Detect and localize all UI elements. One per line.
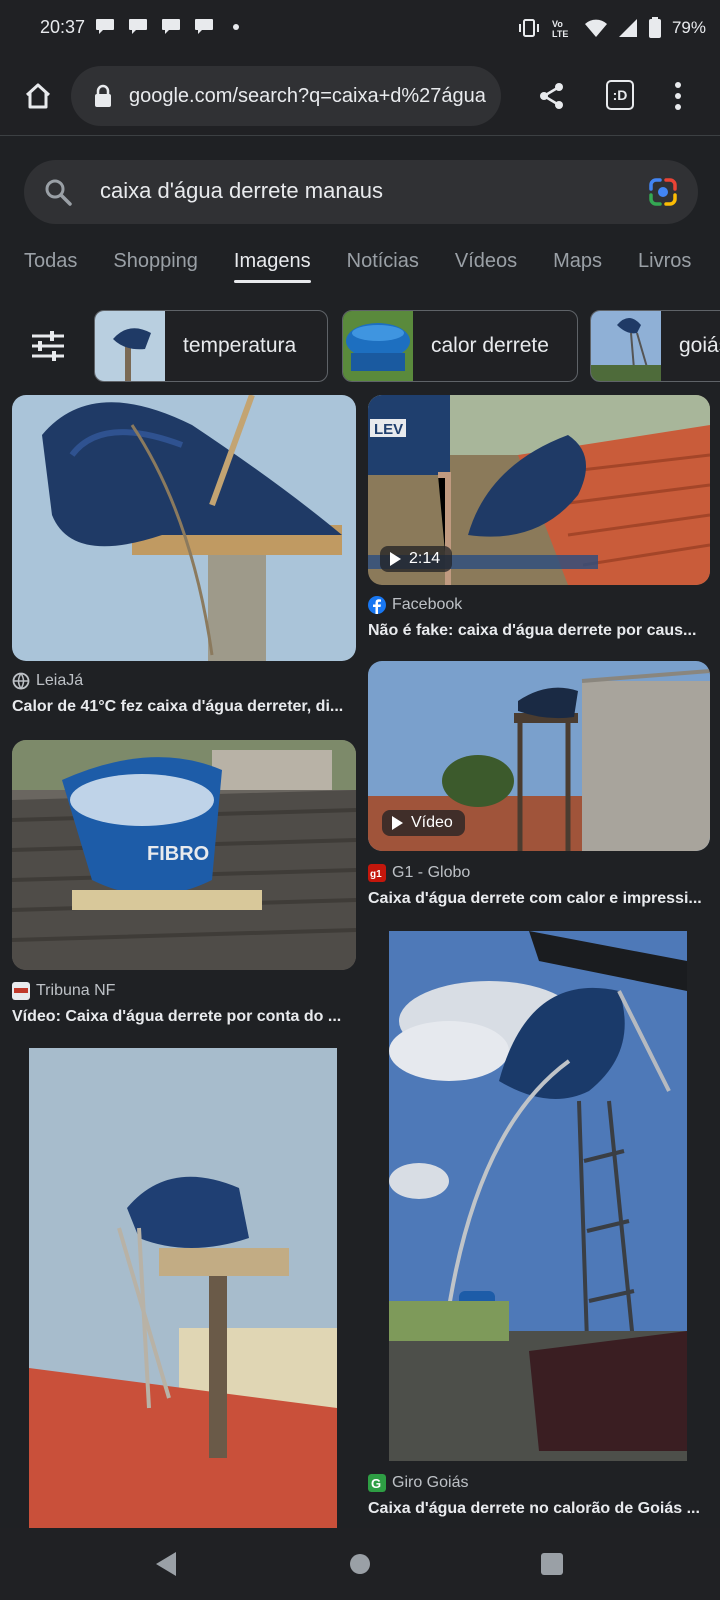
tab-videos[interactable]: Vídeos: [455, 236, 517, 292]
search-box[interactable]: caixa d'água derrete manaus: [24, 160, 698, 224]
result-title[interactable]: Não é fake: caixa d'água derrete por cau…: [368, 622, 704, 640]
svg-text:LTE: LTE: [552, 29, 568, 39]
result-source: Tribuna NF: [12, 982, 115, 1000]
vibrate-icon: [518, 19, 539, 37]
giro-goias-icon: G: [368, 1474, 386, 1492]
volte-icon: VoLTE: [552, 19, 568, 39]
svg-text:G: G: [371, 1476, 381, 1491]
svg-text:LEV: LEV: [374, 421, 403, 438]
tab-all[interactable]: Todas: [24, 236, 77, 292]
chip-thumbnail: [343, 311, 413, 381]
home-nav-icon[interactable]: [350, 1554, 370, 1574]
tab-switcher-button[interactable]: :D: [606, 80, 634, 110]
globe-icon: [12, 672, 30, 690]
more-notifications-dot: [233, 24, 239, 30]
home-button[interactable]: [18, 76, 58, 116]
result-source: Facebook: [368, 596, 462, 614]
result-image: [389, 931, 687, 1461]
video-badge: Vídeo: [382, 810, 465, 836]
result-image: [12, 395, 356, 661]
chip-thumbnail: [95, 311, 165, 381]
battery-icon: [648, 17, 661, 38]
menu-dot: [675, 104, 681, 110]
back-icon[interactable]: [156, 1552, 176, 1576]
address-bar[interactable]: google.com/search?q=caixa+d%27água: [71, 66, 501, 126]
video-duration-badge: 2:14: [380, 546, 453, 572]
status-icons: Vo LTE 79%: [518, 16, 706, 40]
chat-notification-icon: [129, 19, 147, 34]
signal-icon: [618, 19, 637, 37]
url-text: google.com/search?q=caixa+d%27água: [129, 84, 486, 107]
tab-maps[interactable]: Maps: [553, 236, 602, 292]
svg-text:g1: g1: [370, 869, 382, 880]
svg-text:Vo: Vo: [552, 19, 563, 29]
result-title[interactable]: Caixa d'água derrete com calor e impress…: [368, 890, 704, 908]
google-lens-icon[interactable]: [648, 177, 678, 207]
g1-icon: g1: [368, 864, 386, 882]
clock: 20:37: [40, 17, 86, 37]
result-image: [29, 1048, 337, 1528]
browser-toolbar: google.com/search?q=caixa+d%27água :D: [0, 56, 720, 136]
result-title[interactable]: Caixa d'água derrete no calorão de Goiás…: [368, 1500, 704, 1518]
share-icon: [540, 83, 563, 109]
system-navigation-bar: [0, 1528, 720, 1600]
facebook-icon: [368, 596, 386, 614]
chip-goias[interactable]: goiás: [590, 310, 720, 382]
result-source: g1 G1 - Globo: [368, 864, 471, 882]
tribuna-nf-icon: [12, 982, 30, 1000]
svg-text:FIBRO: FIBRO: [147, 843, 209, 865]
result-title[interactable]: Vídeo: Caixa d'água derrete por conta do…: [12, 1008, 350, 1026]
chat-notification-icon: [162, 19, 180, 34]
home-icon: [25, 83, 51, 109]
play-icon: [392, 816, 403, 830]
tab-news[interactable]: Notícias: [347, 236, 419, 292]
menu-dot: [675, 82, 681, 88]
result-source: LeiaJá: [12, 672, 83, 690]
chip-calor-derrete[interactable]: calor derrete: [342, 310, 578, 382]
play-icon: [390, 552, 401, 566]
battery-percent: 79%: [671, 18, 706, 37]
overflow-menu-button[interactable]: [668, 78, 688, 114]
related-chips: temperatura calor derrete goiás: [0, 310, 720, 382]
result-source: G Giro Goiás: [368, 1474, 468, 1492]
chat-notification-icon: [96, 19, 114, 34]
filter-icon[interactable]: [30, 330, 66, 362]
tab-shopping[interactable]: Shopping: [113, 236, 198, 292]
search-query: caixa d'água derrete manaus: [100, 178, 384, 203]
lock-icon: [95, 84, 111, 107]
share-button[interactable]: [532, 78, 572, 114]
tab-books[interactable]: Livros: [638, 236, 691, 292]
search-tabs: Todas Shopping Imagens Notícias Vídeos M…: [0, 236, 720, 292]
wifi-icon: [584, 19, 607, 37]
result-title[interactable]: Calor de 41°C fez caixa d'água derreter,…: [12, 698, 350, 716]
recents-icon[interactable]: [541, 1553, 563, 1575]
chip-thumbnail: [591, 311, 661, 381]
menu-dot: [675, 93, 681, 99]
chip-temperatura[interactable]: temperatura: [94, 310, 328, 382]
result-image: FIBRO: [12, 740, 356, 970]
chat-notification-icon: [195, 19, 213, 34]
search-icon: [45, 179, 72, 206]
tab-images[interactable]: Imagens: [233, 236, 311, 292]
status-bar: 20:37 Vo LTE 79%: [0, 0, 720, 56]
